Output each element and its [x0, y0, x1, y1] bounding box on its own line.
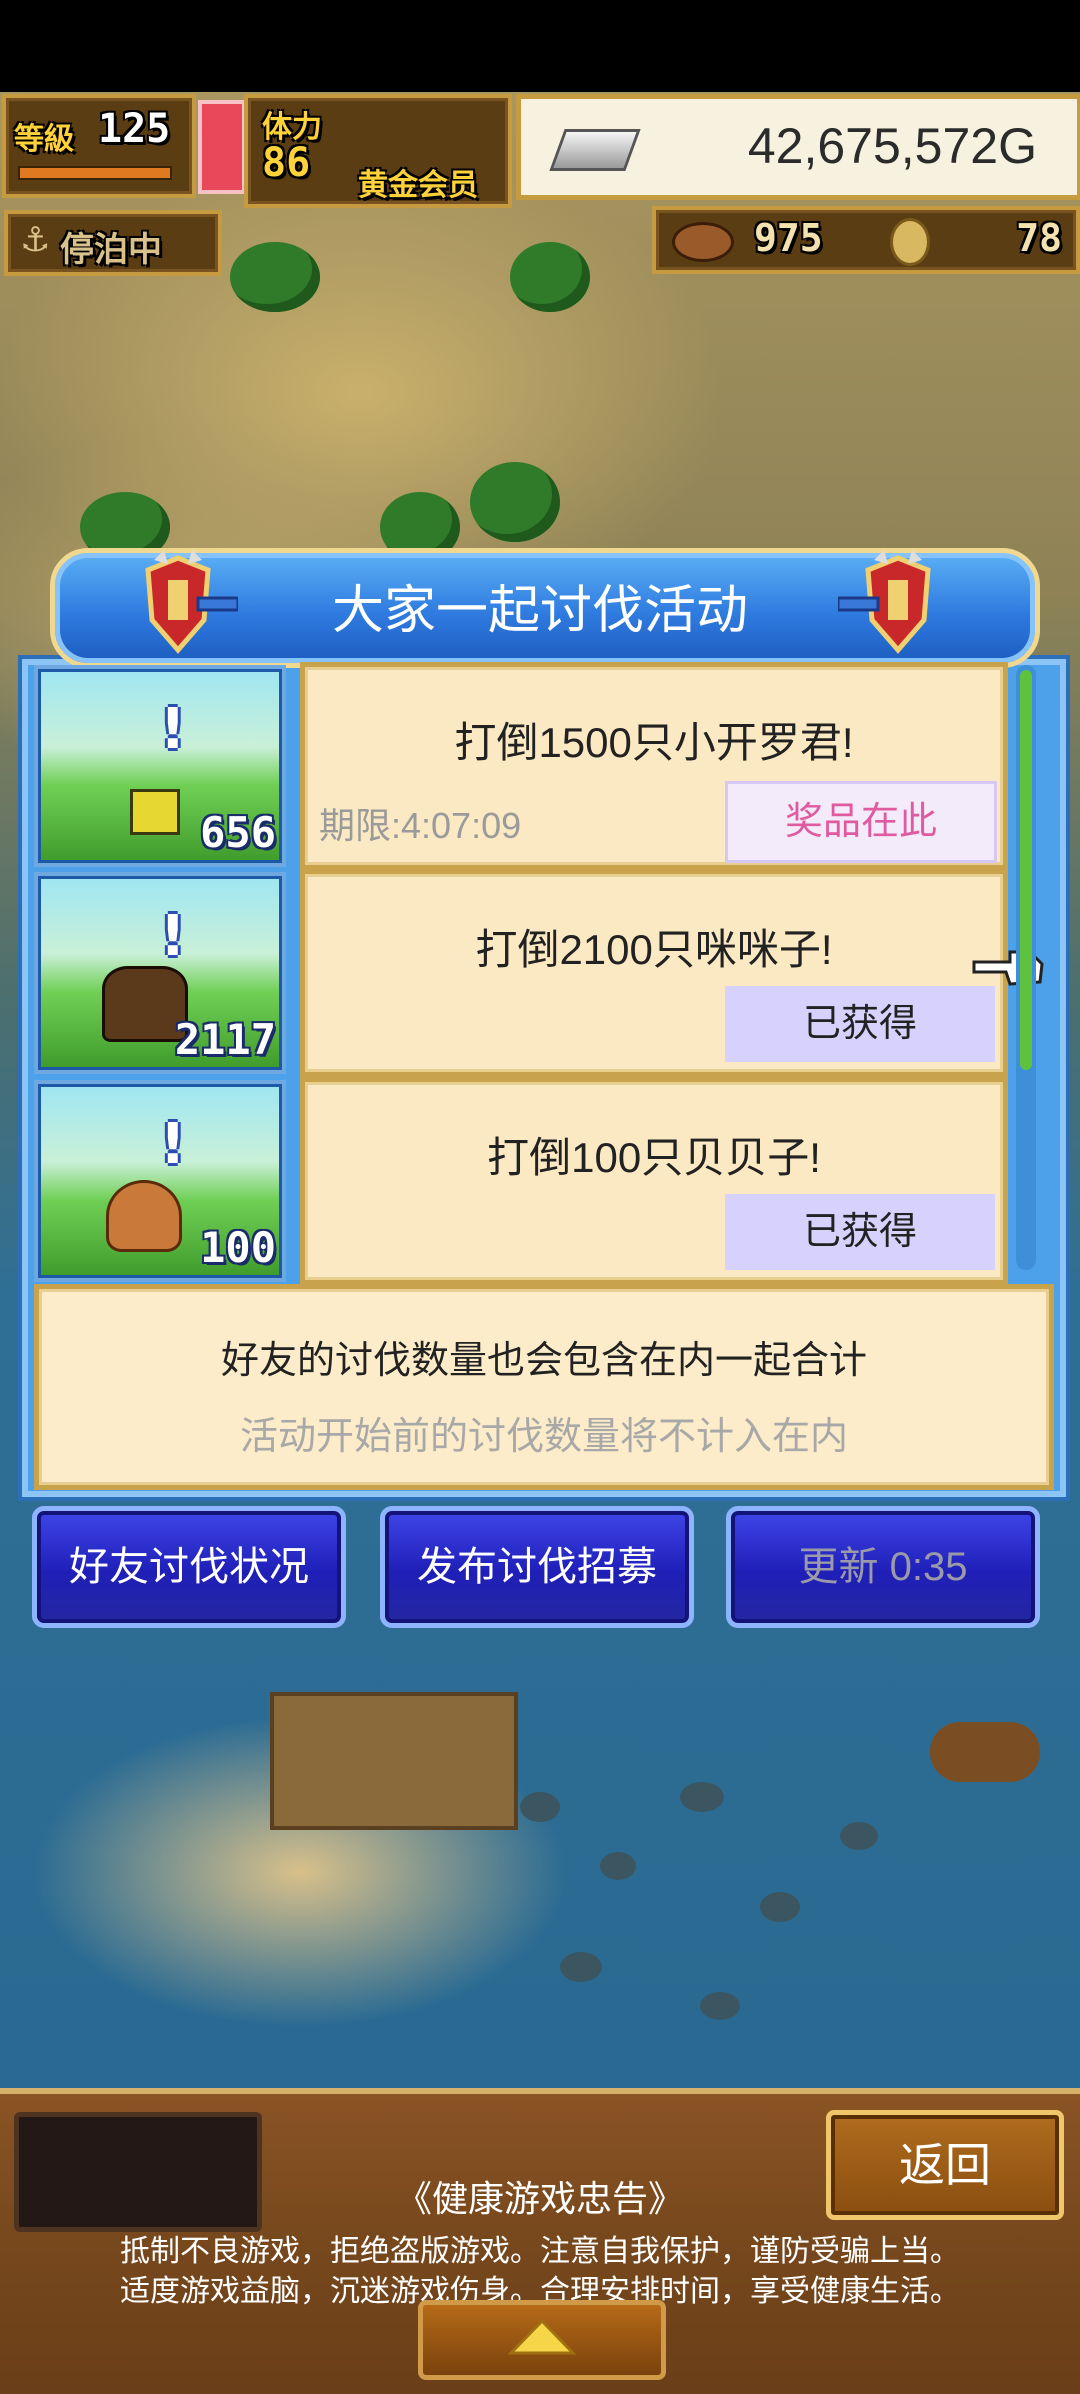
event-row-title: 打倒100只贝贝子!: [487, 1134, 821, 1181]
scrollbar-thumb[interactable]: [1020, 670, 1032, 1070]
reward-button[interactable]: 奖品在此: [725, 781, 997, 863]
level-panel: 等級 125: [2, 94, 196, 198]
sea-rock: [700, 1992, 740, 2020]
coin-icon: [890, 218, 930, 266]
health-advisory-title: 《健康游戏忠告》: [395, 2178, 684, 2219]
coin-count: 78: [1016, 216, 1062, 260]
gold-panel: 42,675,572G: [516, 94, 1080, 200]
kill-count: 100: [200, 1223, 276, 1272]
sea-rock: [760, 1892, 800, 1922]
health-advisory-line1: 抵制不良游戏，拒绝盗版游戏。注意自我保护，谨防受骗上当。: [120, 2235, 960, 2268]
membership-badge: 黄金会员: [358, 168, 478, 203]
exclamation-icon: !: [160, 1112, 186, 1177]
beibeizi-monster-sprite: [106, 1180, 182, 1252]
status-bar-area: [0, 0, 1080, 92]
exclamation-icon: !: [160, 697, 186, 762]
event-row-title: 打倒1500只小开罗君!: [454, 719, 854, 766]
sea-rock: [600, 1852, 636, 1880]
kairo-monster-sprite: [130, 789, 180, 835]
gold-amount: 42,675,572G: [747, 118, 1037, 174]
tree: [510, 242, 590, 312]
tree: [230, 242, 320, 312]
boat: [930, 1722, 1040, 1782]
up-arrow-icon: [507, 2318, 577, 2355]
level-value: 125: [98, 106, 171, 152]
resource-panel: 975 78: [652, 206, 1080, 274]
note-sub-text: 活动开始前的讨伐数量将不计入在内: [239, 1416, 848, 1458]
monster-thumbnail: ! 100: [34, 1080, 286, 1282]
stamina-gauge: [198, 100, 246, 194]
level-label: 等級: [14, 122, 74, 157]
expand-menu-button[interactable]: [418, 2300, 666, 2380]
sea-rock: [520, 1792, 560, 1822]
event-row-title: 打倒2100只咪咪子!: [475, 926, 833, 973]
refresh-button[interactable]: 更新 0:35: [726, 1506, 1040, 1628]
anchor-icon: ⚓: [20, 220, 51, 260]
event-row-card: 打倒1500只小开罗君! 期限:4:07:09 奖品在此: [300, 662, 1008, 870]
stamina-value: 86: [262, 140, 311, 186]
sea-rock: [680, 1782, 724, 1812]
docking-status-panel[interactable]: ⚓ 停泊中: [4, 210, 222, 276]
sea-rock: [560, 1952, 602, 1982]
kill-count: 656: [200, 808, 276, 857]
wooden-pier: [270, 1692, 518, 1830]
deadline-timer: 期限:4:07:09: [319, 805, 522, 846]
docking-status-label: 停泊中: [60, 230, 162, 270]
monster-thumbnail: ! 656: [34, 665, 286, 867]
food-count: 975: [754, 216, 823, 260]
tree: [470, 462, 560, 542]
event-row-card: 打倒100只贝贝子! 已获得: [300, 1077, 1008, 1285]
gold-bar-icon: [549, 129, 641, 171]
event-row-card: 打倒2100只咪咪子! 已获得: [300, 869, 1008, 1077]
exclamation-icon: !: [160, 904, 186, 969]
food-icon: [672, 222, 734, 262]
note-main-text: 好友的讨伐数量也会包含在内一起合计: [220, 1340, 867, 1382]
friend-status-button[interactable]: 好友讨伐状况: [32, 1506, 346, 1628]
obtained-badge: 已获得: [725, 986, 995, 1062]
sea-rock: [840, 1822, 878, 1850]
post-recruit-button[interactable]: 发布讨伐招募: [380, 1506, 694, 1628]
monster-thumbnail: ! 2117: [34, 872, 286, 1074]
kill-count: 2117: [174, 1015, 276, 1064]
exp-bar: [18, 166, 172, 180]
stamina-panel: 体力 86 黄金会员: [244, 94, 512, 208]
event-title: 大家一起讨伐活动: [331, 582, 748, 640]
obtained-badge: 已获得: [725, 1194, 995, 1270]
event-note-card: 好友的讨伐数量也会包含在内一起合计 活动开始前的讨伐数量将不计入在内: [34, 1284, 1054, 1490]
